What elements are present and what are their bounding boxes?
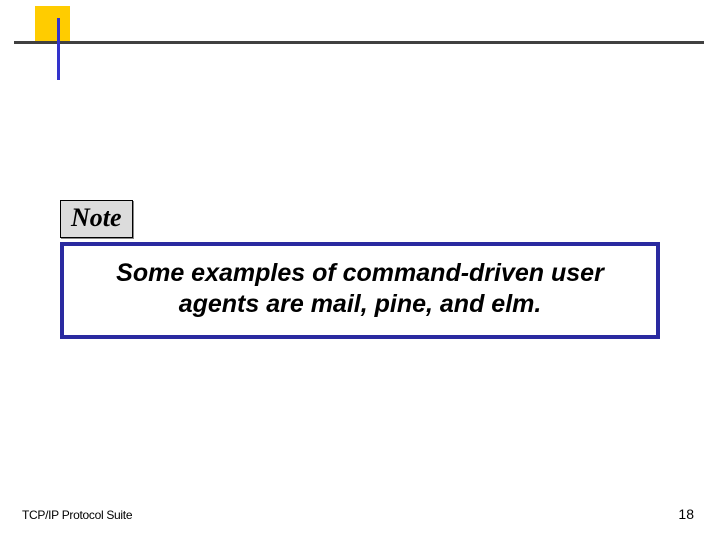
- note-box: Some examples of command-driven user age…: [60, 242, 660, 339]
- decor-vertical-rule: [57, 18, 60, 80]
- note-block: Note Some examples of command-driven use…: [60, 200, 660, 339]
- page-number: 18: [678, 506, 694, 522]
- footer-source: TCP/IP Protocol Suite: [22, 508, 132, 522]
- decor-square-accent: [35, 6, 70, 41]
- note-label: Note: [60, 200, 133, 238]
- note-text: Some examples of command-driven user age…: [84, 258, 636, 321]
- decor-horizontal-rule: [14, 41, 704, 44]
